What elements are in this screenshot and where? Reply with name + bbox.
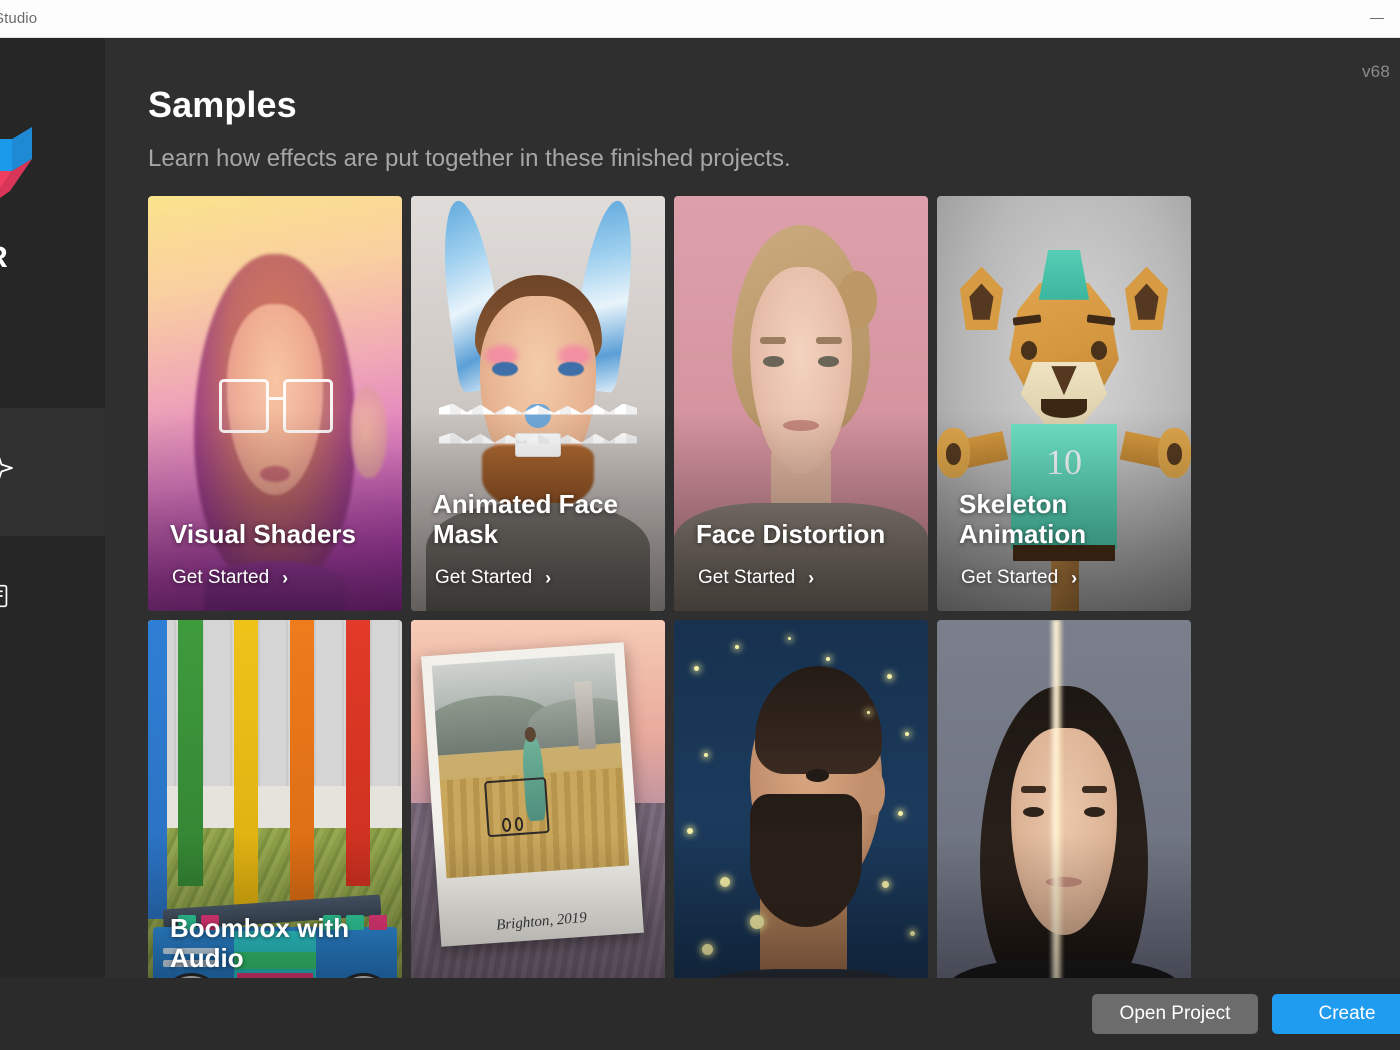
- sidebar-nav: ples ent: [0, 408, 105, 664]
- samples-grid: Visual Shaders Get Started › Animated Fa…: [148, 196, 1400, 1050]
- sidebar-item-content[interactable]: ent: [0, 536, 105, 664]
- sample-card-title: Animated Face Mask: [433, 488, 618, 549]
- footer-bar: Open Project Create: [0, 978, 1400, 1050]
- get-started-link[interactable]: Get Started ›: [698, 567, 814, 589]
- get-started-link[interactable]: Get Started ›: [435, 567, 551, 589]
- sample-card-title: Face Distortion: [696, 518, 886, 549]
- chevron-right-icon: ›: [1071, 567, 1078, 588]
- sidebar-item-samples[interactable]: ples: [0, 408, 105, 536]
- version-label: v68: [1361, 62, 1390, 81]
- sparkle-icon: [0, 446, 20, 490]
- sample-card-floating-particles[interactable]: Floating Particles: [674, 620, 928, 1035]
- get-started-label: Get Started: [961, 567, 1059, 588]
- sample-card-title: Visual Shaders: [170, 518, 356, 549]
- sample-thumbnail-light-leak: [937, 620, 1191, 1035]
- sample-card-skeleton-animation[interactable]: 10 Skeleton Animation Get Started ›: [937, 196, 1191, 611]
- chevron-right-icon: ›: [808, 567, 815, 588]
- window-titlebar: Studio: [0, 0, 1400, 38]
- brand-name-line1: k AR: [0, 241, 8, 275]
- sample-card-visual-shaders[interactable]: Visual Shaders Get Started ›: [148, 196, 402, 611]
- page-title: Samples: [148, 84, 297, 125]
- window-title: Studio: [0, 10, 38, 27]
- minimize-icon[interactable]: [1354, 0, 1400, 37]
- spark-ar-logo-icon: [0, 93, 46, 211]
- sample-card-holiday-card[interactable]: Brighton, 2019 Holiday Card: [411, 620, 665, 1035]
- jersey-number: 10: [1045, 441, 1082, 482]
- sample-thumbnail-floating-particles: [674, 620, 928, 1035]
- open-project-button[interactable]: Open Project: [1092, 994, 1258, 1034]
- get-started-link[interactable]: Get Started ›: [172, 567, 288, 589]
- get-started-link[interactable]: Get Started ›: [961, 567, 1077, 589]
- sample-card-title: Boombox with Audio: [170, 912, 350, 973]
- get-started-label: Get Started: [435, 567, 533, 588]
- window-controls: [1354, 0, 1400, 37]
- sample-card-light-leak[interactable]: Light Leak: [937, 620, 1191, 1035]
- chevron-right-icon: ›: [545, 567, 552, 588]
- chevron-right-icon: ›: [282, 567, 289, 588]
- sample-card-face-distortion[interactable]: Face Distortion Get Started ›: [674, 196, 928, 611]
- get-started-label: Get Started: [172, 567, 270, 588]
- sample-card-animated-face-mask[interactable]: Animated Face Mask Get Started ›: [411, 196, 665, 611]
- footer-actions: Open Project Create: [1092, 994, 1400, 1034]
- sample-card-boombox-with-audio[interactable]: Boombox with Audio Get Started ›: [148, 620, 402, 1035]
- main-content: v68 Samples Learn how effects are put to…: [105, 38, 1400, 1050]
- sample-card-title: Skeleton Animation: [959, 488, 1087, 549]
- get-started-label: Get Started: [698, 567, 796, 588]
- polaroid-caption: Brighton, 2019: [495, 909, 588, 934]
- sidebar: k AR dio ples: [0, 38, 118, 1050]
- app-body: k AR dio ples: [0, 38, 1400, 1050]
- create-project-button[interactable]: Create: [1272, 994, 1400, 1034]
- spark-ar-studio-window: Studio k AR dio: [0, 0, 1400, 1050]
- page-subtitle: Learn how effects are put together in th…: [148, 145, 791, 172]
- sample-thumbnail-holiday-card: Brighton, 2019: [411, 620, 665, 1035]
- brand-block: k AR dio: [0, 93, 105, 353]
- document-icon: [0, 574, 20, 618]
